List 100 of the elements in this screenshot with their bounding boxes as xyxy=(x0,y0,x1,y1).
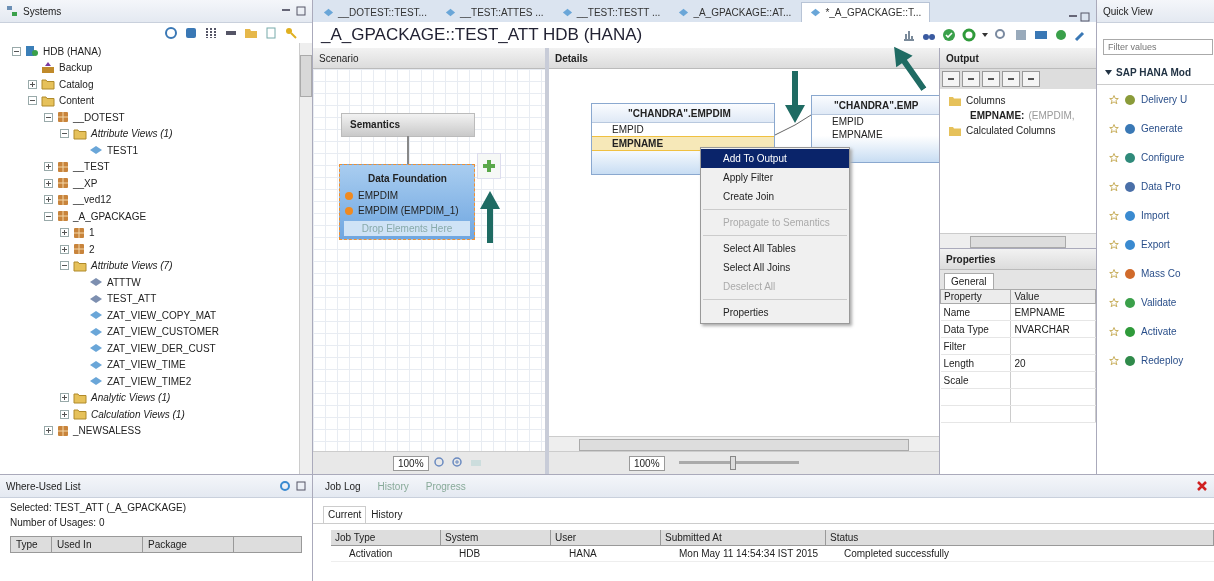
collapse-icon[interactable] xyxy=(44,112,53,122)
scrollbar[interactable] xyxy=(549,436,939,451)
star-icon[interactable] xyxy=(1109,239,1119,250)
editor-tab[interactable]: __DOTEST::TEST... xyxy=(315,3,435,22)
expand-icon[interactable] xyxy=(28,79,37,89)
tree-item[interactable]: Content xyxy=(59,95,95,107)
star-icon[interactable] xyxy=(1109,326,1119,337)
validate-icon[interactable] xyxy=(942,28,956,42)
grid-icon[interactable] xyxy=(204,26,218,40)
up-button[interactable] xyxy=(962,71,980,87)
zoom-in-icon[interactable] xyxy=(450,456,465,470)
expand-icon[interactable] xyxy=(44,195,53,205)
tree-item[interactable]: Analytic Views (1) xyxy=(91,392,171,404)
tree-item[interactable]: ATTTW xyxy=(107,276,141,288)
quick-view-link[interactable]: Generate xyxy=(1141,123,1183,134)
quick-view-link[interactable]: Activate xyxy=(1141,326,1177,337)
column-header[interactable]: Property xyxy=(940,289,1011,304)
close-icon[interactable] xyxy=(1196,480,1208,492)
collapse-arrow-icon[interactable] xyxy=(1105,69,1112,76)
quick-view-link[interactable]: Delivery U xyxy=(1141,94,1188,105)
column-row[interactable]: EMPID xyxy=(592,123,774,136)
expand-icon[interactable] xyxy=(60,228,69,238)
star-icon[interactable] xyxy=(1109,268,1119,279)
chart-icon[interactable] xyxy=(902,28,916,42)
bottom-button[interactable] xyxy=(1002,71,1020,87)
collapse-icon[interactable] xyxy=(44,211,53,221)
slider-thumb[interactable] xyxy=(729,456,736,470)
collapse-icon[interactable] xyxy=(28,96,37,106)
editor-tab[interactable]: __TEST::ATTES ... xyxy=(436,3,552,22)
dropdown-icon[interactable] xyxy=(982,32,988,38)
expand-icon[interactable] xyxy=(60,393,69,403)
tree-item[interactable]: Attribute Views (1) xyxy=(91,128,173,140)
zoom-field[interactable]: 100% xyxy=(629,455,665,471)
edit-button[interactable] xyxy=(1022,71,1040,87)
table-name[interactable]: EMPDIM xyxy=(358,190,398,201)
column-header[interactable]: User xyxy=(551,530,661,546)
table-node[interactable]: "CHANDRA".EMP EMPID EMPNAME xyxy=(811,95,939,163)
column-header[interactable]: Job Type xyxy=(331,530,441,546)
column-header[interactable]: Type xyxy=(11,537,52,552)
menu-item[interactable]: Select All Joins xyxy=(701,258,849,277)
expand-icon[interactable] xyxy=(60,244,69,254)
tree-item[interactable]: 2 xyxy=(89,243,95,255)
star-icon[interactable] xyxy=(1109,355,1119,366)
tree-item[interactable]: Calculated Columns xyxy=(966,125,1056,136)
column-header[interactable]: System xyxy=(441,530,551,546)
semantics-node[interactable]: Semantics xyxy=(341,113,475,137)
column-header[interactable]: Submitted At xyxy=(661,530,826,546)
table-name[interactable]: EMPDIM (EMPDIM_1) xyxy=(358,205,459,216)
maximize-icon[interactable] xyxy=(296,481,306,491)
zoom-field[interactable]: 100% xyxy=(393,455,429,471)
tree-item[interactable]: TEST_ATT xyxy=(107,293,157,305)
menu-item[interactable]: Select All Tables xyxy=(701,239,849,258)
quick-view-link[interactable]: Validate xyxy=(1141,297,1177,308)
tree-item[interactable]: ZAT_VIEW_TIME xyxy=(107,359,186,371)
tree-item[interactable]: _NEWSALESS xyxy=(73,425,141,437)
menu-item[interactable]: Create Join xyxy=(701,187,849,206)
tree-item[interactable]: ZAT_VIEW_COPY_MAT xyxy=(107,309,217,321)
tree-item[interactable]: __TEST xyxy=(73,161,110,173)
view-title[interactable]: Where-Used List xyxy=(6,480,81,492)
scrollbar[interactable] xyxy=(299,43,312,474)
editor-tab[interactable]: *_A_GPACKAGE::T... xyxy=(801,2,931,22)
editor-tab[interactable]: __TEST::TESTT ... xyxy=(553,3,669,22)
tree-item[interactable]: ZAT_VIEW_DER_CUST xyxy=(107,342,216,354)
collapse-icon[interactable] xyxy=(12,46,21,56)
column-row[interactable]: EMPNAME xyxy=(812,128,939,141)
sub-tab[interactable]: History xyxy=(366,506,408,523)
tree-item[interactable]: HDB (HANA) xyxy=(43,45,102,57)
star-icon[interactable] xyxy=(1109,94,1119,105)
tree-item[interactable]: 1 xyxy=(89,227,95,239)
column-name[interactable]: EMPNAME: xyxy=(970,110,1025,121)
expand-icon[interactable] xyxy=(44,426,53,436)
quick-view-link[interactable]: Import xyxy=(1141,210,1170,221)
star-icon[interactable] xyxy=(1109,297,1119,308)
quick-view-link[interactable]: Configure xyxy=(1141,152,1185,163)
properties-tab[interactable]: General xyxy=(944,273,994,289)
column-header[interactable]: Value xyxy=(1010,289,1096,304)
tree-item[interactable]: ZAT_VIEW_CUSTOMER xyxy=(107,326,219,338)
tree-item[interactable]: __ved12 xyxy=(73,194,112,206)
maximize-icon[interactable] xyxy=(1080,12,1090,22)
remove-button[interactable] xyxy=(942,71,960,87)
column-row[interactable]: EMPID xyxy=(812,115,939,128)
tree-item[interactable]: TEST1 xyxy=(107,144,139,156)
menu-item[interactable]: Properties xyxy=(701,303,849,322)
tree-item[interactable]: __DOTEST xyxy=(73,111,125,123)
down-button[interactable] xyxy=(982,71,1000,87)
quick-view-link[interactable]: Data Pro xyxy=(1141,181,1181,192)
quick-view-link[interactable]: Redeploy xyxy=(1141,355,1184,366)
tree-item[interactable]: Attribute Views (7) xyxy=(91,260,173,272)
tree-item[interactable]: Calculation Views (1) xyxy=(91,408,185,420)
filter-field[interactable]: Filter values xyxy=(1103,39,1213,55)
tree-item[interactable]: ZAT_VIEW_TIME2 xyxy=(107,375,192,387)
star-icon[interactable] xyxy=(1109,123,1119,134)
add-button[interactable] xyxy=(477,153,501,179)
view-tab[interactable]: Job Log xyxy=(319,478,367,494)
tree-item[interactable]: Catalog xyxy=(59,78,94,90)
maximize-icon[interactable] xyxy=(296,6,306,16)
expand-icon[interactable] xyxy=(44,162,53,172)
collapse-icon[interactable] xyxy=(60,261,69,271)
tree-item[interactable]: Backup xyxy=(59,62,93,74)
sub-tab[interactable]: Current xyxy=(323,506,367,523)
